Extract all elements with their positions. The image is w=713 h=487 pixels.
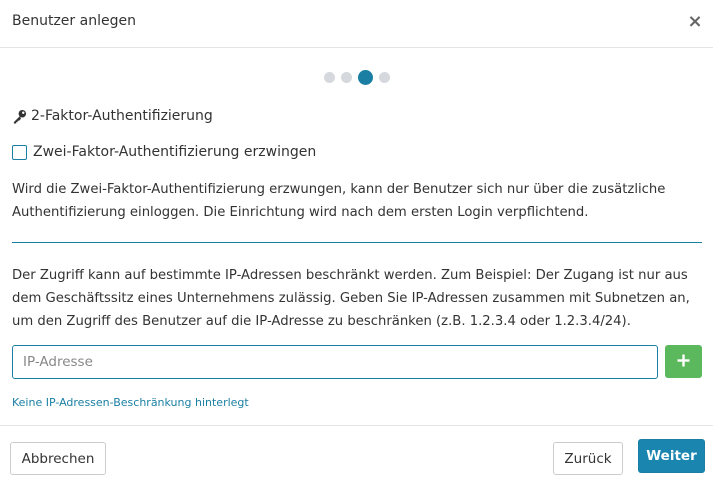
close-icon[interactable]: × <box>687 12 703 32</box>
section-divider <box>12 242 702 243</box>
cancel-button[interactable]: Abbrechen <box>10 442 106 475</box>
step-dot-1 <box>323 72 335 83</box>
plus-icon <box>677 354 690 370</box>
ip-address-input[interactable] <box>12 345 658 379</box>
section-title-text: 2-Faktor-Authentifizierung <box>31 108 213 124</box>
section-heading: 2-Faktor-Authentifizierung <box>12 108 213 124</box>
back-button[interactable]: Zurück <box>553 442 623 475</box>
footer-divider <box>0 425 713 426</box>
step-dot-2 <box>340 72 352 83</box>
create-user-dialog: Benutzer anlegen × 2-Faktor-Authentifizi… <box>0 0 713 487</box>
add-ip-button[interactable] <box>665 345 702 378</box>
no-ip-restriction-status: Keine IP-Adressen-Beschränkung hinterleg… <box>12 396 249 409</box>
ip-restriction-description: Der Zugriff kann auf bestimmte IP-Adress… <box>12 268 690 329</box>
2fa-description: Wird die Zwei-Faktor-Authentifizierung e… <box>12 182 666 220</box>
step-indicator <box>0 70 713 85</box>
enforce-2fa-label: Zwei-Faktor-Authentifizierung erzwingen <box>33 144 317 160</box>
key-icon <box>12 109 27 124</box>
enforce-2fa-checkbox[interactable] <box>12 144 27 160</box>
enforce-2fa-option[interactable]: Zwei-Faktor-Authentifizierung erzwingen <box>12 144 316 160</box>
step-dot-3-active <box>357 70 373 85</box>
step-dot-4 <box>378 72 390 83</box>
next-button[interactable]: Weiter <box>638 439 705 473</box>
dialog-header: Benutzer anlegen × <box>0 0 713 48</box>
dialog-title: Benutzer anlegen <box>12 13 136 29</box>
